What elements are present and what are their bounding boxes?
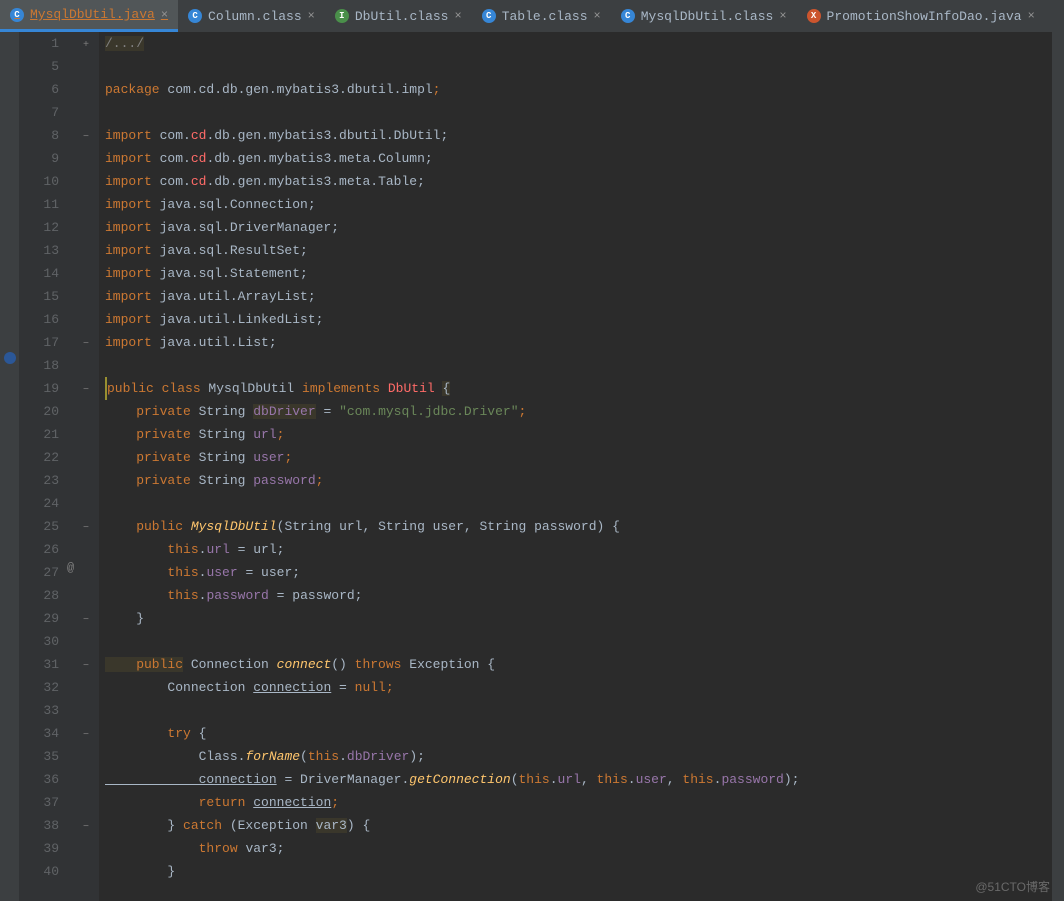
line-no: 34 bbox=[19, 722, 59, 745]
line-no: 32 bbox=[19, 676, 59, 699]
fold-open-icon[interactable]: − bbox=[83, 616, 93, 626]
tab-promotionshowinfodao-java[interactable]: X PromotionShowInfoDao.java × bbox=[797, 0, 1045, 32]
watermark: @51CTO博客 bbox=[975, 878, 1050, 895]
class-icon: C bbox=[482, 9, 496, 23]
fold-open-icon[interactable]: − bbox=[83, 662, 93, 672]
class-icon: C bbox=[188, 9, 202, 23]
tab-mysqldbutil-java[interactable]: C MysqlDbUtil.java × bbox=[0, 0, 178, 32]
code-text: /.../ bbox=[105, 36, 144, 51]
tab-label: PromotionShowInfoDao.java bbox=[827, 9, 1022, 24]
line-no: 40 bbox=[19, 860, 59, 883]
line-no: 8 bbox=[19, 124, 59, 147]
line-no: 6 bbox=[19, 78, 59, 101]
line-no: 36 bbox=[19, 768, 59, 791]
line-no: 26 bbox=[19, 538, 59, 561]
line-no: 10 bbox=[19, 170, 59, 193]
close-icon[interactable]: × bbox=[594, 9, 601, 23]
line-no: 35 bbox=[19, 745, 59, 768]
line-no: 37 bbox=[19, 791, 59, 814]
tab-table-class[interactable]: C Table.class × bbox=[472, 0, 611, 32]
tab-mysqldbutil-class[interactable]: C MysqlDbUtil.class × bbox=[611, 0, 797, 32]
code-text: package bbox=[105, 82, 167, 97]
fold-open-icon[interactable]: − bbox=[83, 731, 93, 741]
line-no: 29 bbox=[19, 607, 59, 630]
line-no: 19 bbox=[19, 377, 59, 400]
close-icon[interactable]: × bbox=[308, 9, 315, 23]
tab-label: MysqlDbUtil.class bbox=[641, 9, 774, 24]
tab-dbutil-class[interactable]: I DbUtil.class × bbox=[325, 0, 472, 32]
xml-icon: X bbox=[807, 9, 821, 23]
scroll-strip[interactable] bbox=[1052, 32, 1064, 901]
line-no: 33 bbox=[19, 699, 59, 722]
line-no: 7 bbox=[19, 101, 59, 124]
editor-area: 1 5 6 7 8 9 10 11 12 13 14 15 16 17 18 1… bbox=[0, 32, 1064, 901]
line-no: 9 bbox=[19, 147, 59, 170]
line-no: 18 bbox=[19, 354, 59, 377]
fold-open-icon[interactable]: − bbox=[83, 386, 93, 396]
fold-open-icon[interactable]: − bbox=[83, 524, 93, 534]
editor-tabs: C MysqlDbUtil.java × C Column.class × I … bbox=[0, 0, 1064, 32]
line-no: 38 bbox=[19, 814, 59, 837]
line-no: 20 bbox=[19, 400, 59, 423]
line-no: 5 bbox=[19, 55, 59, 78]
fold-open-icon[interactable]: − bbox=[83, 133, 93, 143]
fold-open-icon[interactable]: − bbox=[83, 340, 93, 350]
line-no: 14 bbox=[19, 262, 59, 285]
code-editor[interactable]: /.../ package com.cd.db.gen.mybatis3.dbu… bbox=[99, 32, 1052, 901]
line-number-gutter[interactable]: 1 5 6 7 8 9 10 11 12 13 14 15 16 17 18 1… bbox=[19, 32, 67, 901]
line-no: 15 bbox=[19, 285, 59, 308]
line-no: 31 bbox=[19, 653, 59, 676]
override-icon[interactable]: @ bbox=[67, 561, 74, 575]
close-icon[interactable]: × bbox=[779, 9, 786, 23]
line-no: 28 bbox=[19, 584, 59, 607]
interface-icon: I bbox=[335, 9, 349, 23]
tab-label: MysqlDbUtil.java bbox=[30, 7, 155, 22]
line-no: 13 bbox=[19, 239, 59, 262]
line-no: 22 bbox=[19, 446, 59, 469]
close-icon[interactable]: × bbox=[161, 8, 168, 22]
line-no: 11 bbox=[19, 193, 59, 216]
annotation-gutter: @ bbox=[67, 32, 83, 901]
marker-dot bbox=[4, 352, 16, 364]
line-no: 30 bbox=[19, 630, 59, 653]
line-no: 21 bbox=[19, 423, 59, 446]
line-no: 16 bbox=[19, 308, 59, 331]
line-no: 12 bbox=[19, 216, 59, 239]
line-no: 17 bbox=[19, 331, 59, 354]
tab-label: Column.class bbox=[208, 9, 302, 24]
class-icon: C bbox=[10, 8, 24, 22]
line-no: 23 bbox=[19, 469, 59, 492]
line-no: 24 bbox=[19, 492, 59, 515]
tab-label: Table.class bbox=[502, 9, 588, 24]
line-no: 1 bbox=[19, 32, 59, 55]
fold-closed-icon[interactable]: + bbox=[83, 41, 93, 51]
class-icon: C bbox=[621, 9, 635, 23]
close-icon[interactable]: × bbox=[454, 9, 461, 23]
tab-column-class[interactable]: C Column.class × bbox=[178, 0, 325, 32]
tab-label: DbUtil.class bbox=[355, 9, 449, 24]
left-bar bbox=[0, 32, 19, 901]
line-no: 25 bbox=[19, 515, 59, 538]
line-no: 39 bbox=[19, 837, 59, 860]
fold-gutter[interactable]: + − − − − − − − − bbox=[83, 32, 99, 901]
close-icon[interactable]: × bbox=[1028, 9, 1035, 23]
fold-open-icon[interactable]: − bbox=[83, 823, 93, 833]
line-no: 27 bbox=[19, 561, 59, 584]
